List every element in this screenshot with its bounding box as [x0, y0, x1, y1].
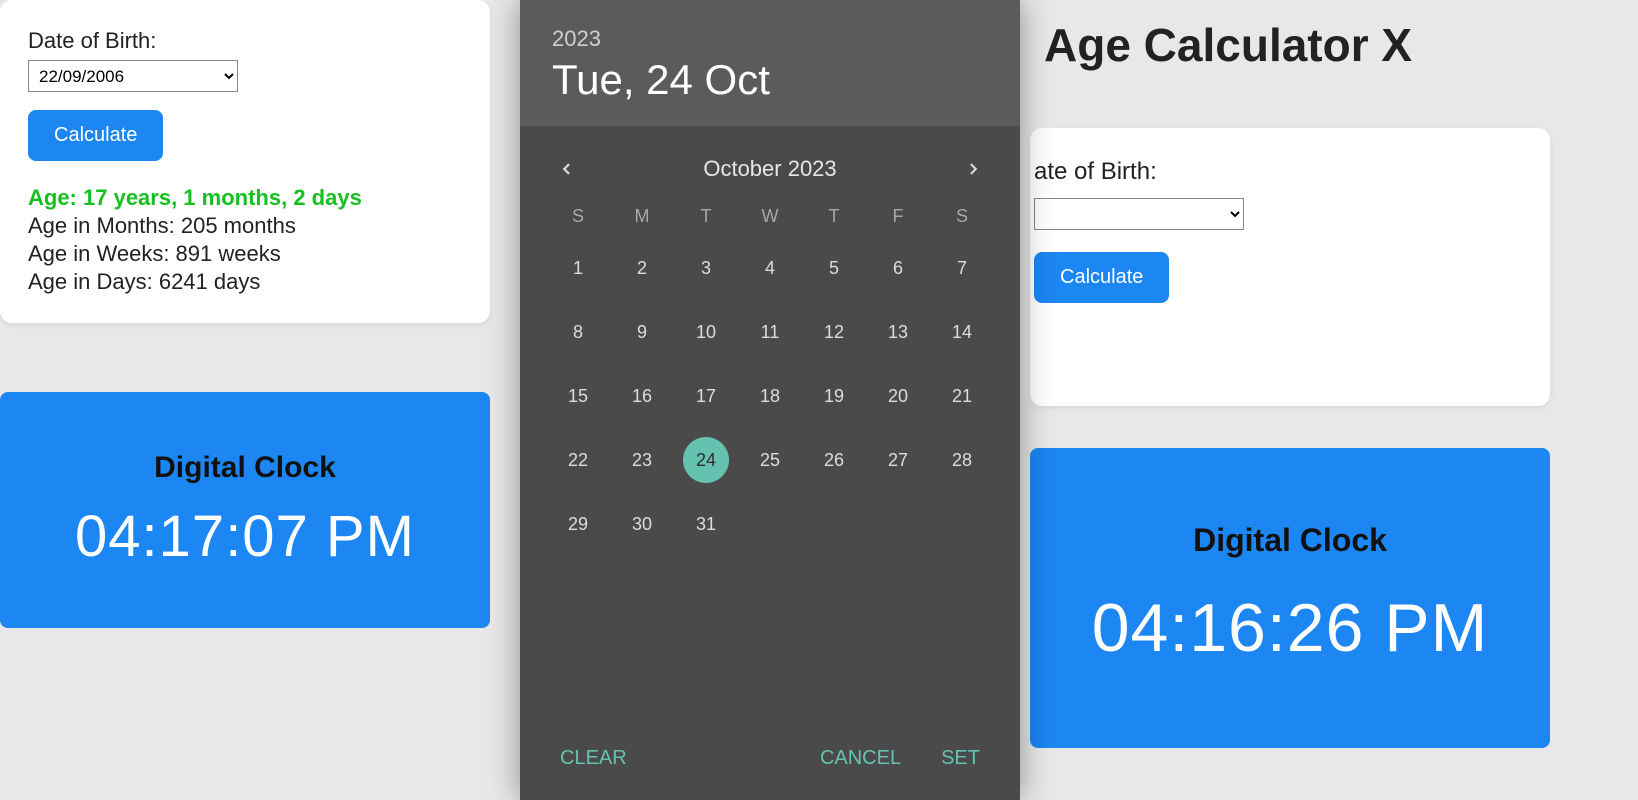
dob-select[interactable] [1034, 198, 1244, 230]
clock-time: 04:17:07 PM [75, 503, 415, 570]
digital-clock-right: Digital Clock 04:16:26 PM [1030, 448, 1550, 748]
age-result: Age: 17 years, 1 months, 2 days [28, 185, 462, 211]
calendar-grid: SMTWTFS123456789101112131415161718192021… [520, 188, 1020, 557]
calculate-button[interactable]: Calculate [1034, 252, 1169, 303]
age-weeks: Age in Weeks: 891 weeks [28, 241, 462, 267]
cancel-button[interactable]: CANCEL [820, 747, 901, 770]
calendar-day[interactable]: 26 [811, 437, 857, 483]
picker-selected-date: Tue, 24 Oct [552, 56, 988, 104]
dow-header: F [866, 206, 930, 227]
calendar-day[interactable]: 4 [747, 245, 793, 291]
dow-header: S [546, 206, 610, 227]
calendar-day[interactable]: 10 [683, 309, 729, 355]
chevron-left-icon [560, 162, 574, 176]
dow-header: W [738, 206, 802, 227]
month-label: October 2023 [703, 156, 836, 182]
set-button[interactable]: SET [941, 747, 980, 770]
calendar-day[interactable]: 22 [555, 437, 601, 483]
calendar-day[interactable]: 7 [939, 245, 985, 291]
calendar-day[interactable]: 18 [747, 373, 793, 419]
clock-time: 04:16:26 PM [1092, 589, 1489, 667]
calendar-day[interactable]: 29 [555, 501, 601, 547]
dow-header: T [674, 206, 738, 227]
picker-year[interactable]: 2023 [552, 26, 988, 52]
calendar-day[interactable]: 12 [811, 309, 857, 355]
calendar-day[interactable]: 3 [683, 245, 729, 291]
calendar-day[interactable]: 5 [811, 245, 857, 291]
digital-clock-left: Digital Clock 04:17:07 PM [0, 392, 490, 628]
calendar-day[interactable]: 14 [939, 309, 985, 355]
dow-header: S [930, 206, 994, 227]
date-picker-header: 2023 Tue, 24 Oct [520, 0, 1020, 126]
next-month-button[interactable] [960, 156, 986, 182]
prev-month-button[interactable] [554, 156, 580, 182]
age-card-right: ate of Birth: Calculate [1030, 128, 1550, 406]
dow-header: T [802, 206, 866, 227]
calendar-day[interactable]: 25 [747, 437, 793, 483]
date-picker: 2023 Tue, 24 Oct October 2023 SMTWTFS123… [520, 0, 1020, 800]
calendar-day[interactable]: 31 [683, 501, 729, 547]
dob-label: ate of Birth: [1034, 158, 1540, 186]
calendar-day[interactable]: 16 [619, 373, 665, 419]
calendar-day[interactable]: 30 [619, 501, 665, 547]
calendar-day[interactable]: 21 [939, 373, 985, 419]
calendar-day[interactable]: 8 [555, 309, 601, 355]
calendar-day[interactable]: 15 [555, 373, 601, 419]
calendar-day[interactable]: 11 [747, 309, 793, 355]
calendar-day[interactable]: 24 [683, 437, 729, 483]
calendar-day[interactable]: 19 [811, 373, 857, 419]
calendar-day[interactable]: 27 [875, 437, 921, 483]
age-days: Age in Days: 6241 days [28, 269, 462, 295]
clock-title: Digital Clock [1193, 522, 1387, 559]
dob-select[interactable]: 22/09/2006 [28, 60, 238, 92]
chevron-right-icon [966, 162, 980, 176]
app-title: Age Calculator X [1044, 18, 1412, 72]
calendar-day[interactable]: 9 [619, 309, 665, 355]
calendar-day[interactable]: 6 [875, 245, 921, 291]
dob-label: Date of Birth: [28, 28, 462, 54]
age-months: Age in Months: 205 months [28, 213, 462, 239]
calendar-day[interactable]: 13 [875, 309, 921, 355]
calendar-day[interactable]: 28 [939, 437, 985, 483]
clock-title: Digital Clock [154, 451, 336, 485]
calculate-button[interactable]: Calculate [28, 110, 163, 161]
dow-header: M [610, 206, 674, 227]
calendar-day[interactable]: 20 [875, 373, 921, 419]
clear-button[interactable]: CLEAR [560, 747, 627, 770]
calendar-day[interactable]: 23 [619, 437, 665, 483]
calendar-day[interactable]: 17 [683, 373, 729, 419]
calendar-day[interactable]: 2 [619, 245, 665, 291]
calendar-day[interactable]: 1 [555, 245, 601, 291]
age-card-left: Date of Birth: 22/09/2006 Calculate Age:… [0, 0, 490, 323]
